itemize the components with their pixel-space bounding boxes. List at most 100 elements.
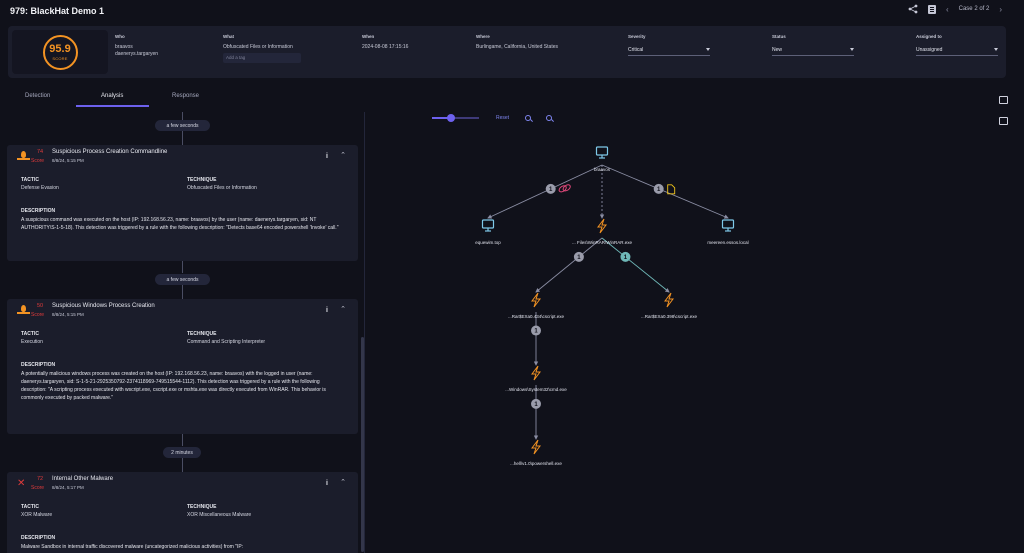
card-title: Suspicious Process Creation Commandline [52, 149, 168, 155]
graph-edge[interactable] [601, 237, 670, 293]
timeline-connector [182, 285, 183, 299]
technique-value: Command and Scripting Interpreter [187, 339, 266, 345]
what-label: What [223, 34, 234, 39]
technique-value: XOR Miscellaneous Malware [187, 512, 252, 518]
timeline-connector [182, 131, 183, 145]
process-graph: Reset 111111 braavos equewim.top... Files… [366, 105, 1006, 553]
time-gap-pill: a few seconds [155, 274, 210, 285]
what-column: What Obfuscated Files or Information Add… [223, 34, 301, 63]
score-value: 95.9 [49, 42, 71, 55]
process-bolt-icon [531, 439, 541, 455]
assigned-value: Unassigned [916, 46, 943, 53]
graph-node-label[interactable]: equewim.top [475, 240, 501, 245]
status-label: Status [772, 34, 786, 39]
chevron-up-icon[interactable]: ⌃ [340, 305, 346, 313]
assigned-column: Assigned to Unassigned [916, 34, 998, 56]
process-bolt-icon [597, 218, 607, 234]
description-text: Malware Sandbox in internal traffic disc… [21, 544, 244, 550]
graph-node-label[interactable]: ... Files\WinRAR\WinRAR.exe [572, 240, 632, 245]
who-column: Who braavos daenerys.targaryen [115, 34, 158, 58]
card-score-label: Score [31, 312, 45, 318]
graph-edge[interactable] [601, 164, 729, 219]
description-text: A potentially malicious windows process … [21, 371, 326, 401]
timeline-connector [182, 458, 183, 472]
severity-label: Severity [628, 34, 646, 39]
description-text: A suspicious command was executed on the… [21, 217, 339, 231]
when-label: When [362, 34, 375, 39]
detection-card[interactable]: 74 Score Suspicious Process Creation Com… [7, 145, 358, 261]
card-score: 50 [37, 303, 44, 309]
where-value: Burlingame, California, United States [476, 44, 558, 50]
add-tag-input[interactable]: Add a tag [223, 53, 301, 63]
chevron-down-icon [994, 48, 998, 51]
share-icon[interactable] [908, 4, 918, 14]
when-value: 2024-08-08 17:15:16 [362, 44, 409, 50]
who-host[interactable]: braavos [115, 44, 158, 51]
graph-edge[interactable] [535, 237, 603, 293]
tab-detection[interactable]: Detection [25, 93, 50, 99]
timeline-panel: a few seconds 74 Score Suspicious Proces… [0, 112, 365, 553]
detection-card[interactable]: 50 Score Suspicious Windows Process Crea… [7, 299, 358, 434]
report-icon[interactable] [927, 4, 936, 14]
malware-icon: ✕ [17, 478, 26, 489]
tab-bar: Detection Analysis Response [0, 90, 365, 107]
status-select[interactable]: New [772, 44, 854, 56]
file-icon [667, 184, 676, 195]
info-icon[interactable]: i [326, 307, 328, 314]
case-title: 979: BlackHat Demo 1 [10, 6, 105, 16]
comments-icon[interactable] [999, 96, 1008, 104]
severity-select[interactable]: Critical [628, 44, 710, 56]
tab-response[interactable]: Response [172, 93, 199, 99]
time-gap-pill: a few seconds [155, 120, 210, 131]
top-bar: 979: BlackHat Demo 1 ‹ Case 2 of 2 › [0, 0, 1024, 22]
graph-node-label[interactable]: ...Rar$EXa0.434\cscript.exe [508, 314, 564, 319]
timeline-connector [182, 261, 183, 273]
description-label: DESCRIPTION [21, 208, 56, 214]
graph-node-label[interactable]: ...Rar$EXa0.398\cscript.exe [641, 314, 697, 319]
tab-analysis[interactable]: Analysis [101, 93, 123, 99]
graph-node-label[interactable]: braavos [594, 167, 610, 172]
chevron-up-icon[interactable]: ⌃ [340, 478, 346, 486]
where-label: Where [476, 34, 490, 39]
info-icon[interactable]: i [326, 480, 328, 487]
card-title: Suspicious Windows Process Creation [52, 303, 155, 309]
description-label: DESCRIPTION [21, 535, 56, 541]
assigned-select[interactable]: Unassigned [916, 44, 998, 56]
card-time: 8/8/24, 5:17 PM [52, 485, 84, 490]
prev-case-chevron-icon[interactable]: ‹ [946, 5, 949, 14]
detection-card[interactable]: ✕ 72 Score Internal Other Malware 8/8/24… [7, 472, 358, 553]
chevron-up-icon[interactable]: ⌃ [340, 151, 346, 159]
graph-node-label[interactable]: ...Windows\System32\cmd.exe [505, 387, 567, 392]
case-summary-card: 95.9 SCORE Who braavos daenerys.targarye… [8, 26, 1006, 78]
card-title: Internal Other Malware [52, 476, 114, 482]
technique-label: TECHNIQUE [187, 331, 217, 337]
description-label: DESCRIPTION [21, 362, 56, 368]
chevron-down-icon [850, 48, 854, 51]
card-score-label: Score [31, 485, 45, 491]
where-column: Where Burlingame, California, United Sta… [476, 34, 558, 51]
who-user[interactable]: daenerys.targaryen [115, 51, 158, 58]
tactic-label: TACTIC [21, 331, 39, 337]
info-icon[interactable]: i [326, 153, 328, 160]
card-score: 74 [37, 149, 44, 155]
time-gap-pill: 2 minutes [163, 447, 201, 458]
graph-node-label[interactable]: ...hell\v1.0\powershell.exe [510, 461, 562, 466]
process-bolt-icon [531, 292, 541, 308]
score-ring: 95.9 SCORE [42, 34, 78, 70]
severity-value: Critical [628, 46, 644, 53]
tactic-value: Defense Evasion [21, 185, 59, 191]
active-tab-indicator [76, 105, 149, 107]
card-score-label: Score [31, 158, 45, 164]
card-score: 72 [37, 476, 44, 482]
next-case-chevron-icon[interactable]: › [999, 5, 1002, 14]
top-actions: ‹ Case 2 of 2 › [908, 4, 1002, 14]
graph-edge[interactable] [487, 164, 603, 219]
technique-value: Obfuscated Files or Information [187, 185, 257, 191]
monitor-icon [595, 146, 609, 156]
graph-node-label[interactable]: meereen.essos.local [707, 240, 748, 245]
process-bolt-icon [531, 365, 541, 381]
who-label: Who [115, 34, 125, 39]
monitor-icon [481, 219, 495, 229]
tactic-label: TACTIC [21, 504, 39, 510]
timeline-scrollbar[interactable] [361, 337, 364, 552]
